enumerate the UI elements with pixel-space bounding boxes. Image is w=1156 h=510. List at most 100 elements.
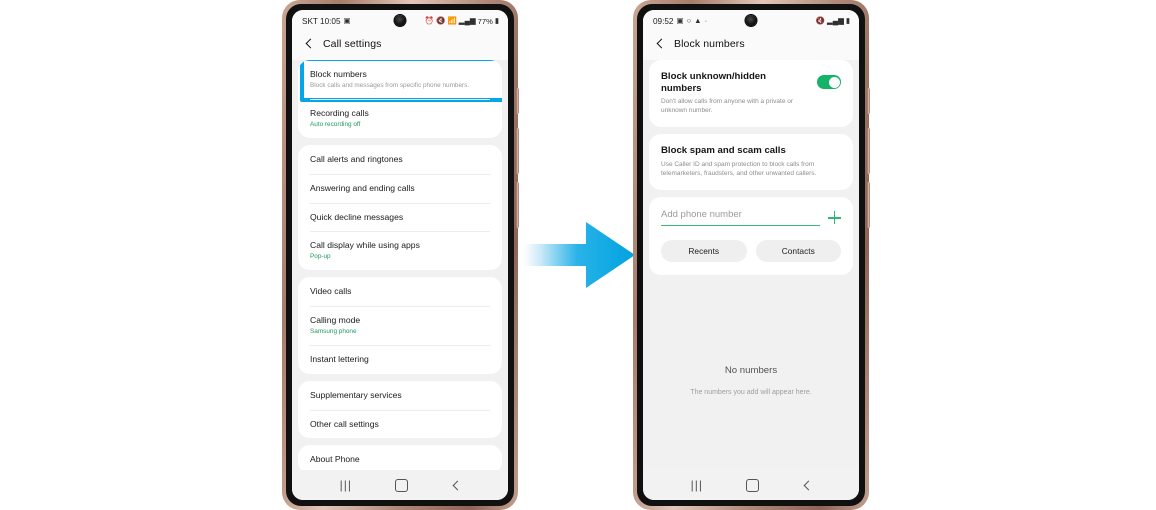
settings-row[interactable]: Calling mode Samsung phone [298,306,502,345]
settings-row[interactable]: Other call settings [298,409,502,439]
phone-left-call-settings: SKT 10:05 ▣ ⏰ 🔇 📶 ▂▄▆ 77% ▮ Call setting… [282,0,519,510]
empty-state: No numbers The numbers you add will appe… [643,365,859,396]
front-camera-punch-hole [394,15,406,26]
phone-right-block-numbers: 09:52 ▣ ○ ▲ · 🔇 ▂▄▆ ▮ Block numbers Bloc… [633,0,870,510]
empty-state-title: No numbers [724,365,778,376]
settings-row-title: Other call settings [310,418,379,429]
home-icon[interactable] [395,478,409,492]
comparison-stage: SKT 10:05 ▣ ⏰ 🔇 📶 ▂▄▆ 77% ▮ Call setting… [0,0,1156,510]
warning-icon: ▲ [694,16,702,26]
settings-row-title: Call display while using apps [310,240,420,251]
battery-percent-label: 77% [477,16,493,26]
settings-row-title: Quick decline messages [310,211,404,222]
settings-row-title: About Phone [310,454,360,465]
block-unknown-row[interactable]: Block unknown/hidden numbers Don't allow… [649,60,853,128]
navigation-bar: ||| [643,470,859,500]
settings-row-title: Calling mode [310,315,361,326]
block-unknown-title: Block unknown/hidden numbers [661,71,766,94]
block-spam-row[interactable]: Block spam and scam calls Use Caller ID … [649,134,853,191]
empty-state-subtitle: The numbers you add will appear here. [690,389,812,396]
settings-row-title: Recording calls [310,108,369,119]
settings-row-title: Block numbers [310,69,367,79]
dot-icon: · [704,16,708,26]
picture-icon: ▣ [343,16,351,26]
navigation-bar: ||| [292,470,508,500]
add-phone-number-input[interactable]: Add phone number [661,209,820,227]
plus-icon[interactable] [828,211,841,225]
right-arrow-icon [524,219,636,291]
back-icon[interactable] [655,39,665,49]
contacts-button[interactable]: Contacts [755,240,841,263]
settings-row[interactable]: Supplementary services [298,381,502,410]
status-bar: SKT 10:05 ▣ ⏰ 🔇 📶 ▂▄▆ 77% ▮ [292,10,508,32]
source-pills: Recents Contacts [661,240,841,263]
group-about: About Phone [298,445,502,470]
settings-row-title: Answering and ending calls [310,182,415,193]
settings-row[interactable]: Answering and ending calls [298,173,502,203]
phone-frame: 09:52 ▣ ○ ▲ · 🔇 ▂▄▆ ▮ Block numbers Bloc… [633,0,870,510]
group-alerts: Call alerts and ringtones Answering and e… [298,145,502,271]
page-title: Block numbers [674,38,745,50]
settings-row[interactable]: Video calls [298,277,502,306]
wifi-icon: 📶 [447,16,457,26]
block-unknown-toggle[interactable] [817,75,841,89]
settings-row[interactable]: Block numbers Block calls and messages fr… [298,60,502,103]
side-button-top[interactable] [516,88,519,114]
volume-down-button[interactable] [867,182,870,228]
status-bar-right: ⏰ 🔇 📶 ▂▄▆ 77% ▮ [425,17,499,26]
recents-icon[interactable]: ||| [340,479,352,491]
settings-row[interactable]: About Phone [298,445,502,470]
side-button-top[interactable] [867,88,870,114]
settings-row[interactable]: Call display while using apps Pop-up [298,231,502,270]
back-icon[interactable] [451,481,460,490]
status-bar: 09:52 ▣ ○ ▲ · 🔇 ▂▄▆ ▮ [643,10,859,32]
back-icon[interactable] [802,481,811,490]
front-camera-punch-hole [745,15,757,26]
signal-icon: ▂▄▆ [827,16,844,26]
picture-icon: ▣ [676,16,684,26]
group-calling: Video calls Calling mode Samsung phone Inst… [298,277,502,374]
block-unknown-subtitle: Don't allow calls from anyone with a pri… [661,98,794,115]
carrier-time-label: SKT 10:05 [302,16,341,26]
settings-row[interactable]: Call alerts and ringtones [298,145,502,174]
status-bar-left: SKT 10:05 ▣ [302,17,351,26]
block-numbers-content: Block unknown/hidden numbers Don't allow… [643,60,859,470]
toggle-knob [828,76,840,88]
block-spam-subtitle: Use Caller ID and spam protection to blo… [661,160,817,178]
signal-icon: ▂▄▆ [458,16,476,26]
group-services: Supplementary services Other call setting… [298,380,502,439]
settings-row-subtitle: Auto recording off [310,120,361,128]
settings-row[interactable]: Quick decline messages [298,202,502,232]
phone-bezel: SKT 10:05 ▣ ⏰ 🔇 📶 ▂▄▆ 77% ▮ Call setting… [286,4,514,506]
settings-list[interactable]: Block numbers Block calls and messages fr… [292,60,508,470]
clock-label: 09:52 [653,16,674,26]
settings-row[interactable]: Instant lettering [298,345,502,374]
status-bar-left: 09:52 ▣ ○ ▲ · [653,17,707,26]
mute-icon: 🔇 [815,16,825,26]
block-spam-title: Block spam and scam calls [661,145,786,157]
settings-row[interactable]: Recording calls Auto recording off [298,99,502,138]
battery-icon: ▮ [494,16,499,26]
mute-icon: 🔇 [436,16,446,26]
group-primary: Block numbers Block calls and messages fr… [298,60,502,139]
volume-down-button[interactable] [516,182,519,228]
recents-icon[interactable]: ||| [691,479,703,491]
phone-bezel: 09:52 ▣ ○ ▲ · 🔇 ▂▄▆ ▮ Block numbers Bloc… [637,4,865,506]
phone-screen: SKT 10:05 ▣ ⏰ 🔇 📶 ▂▄▆ 77% ▮ Call setting… [292,10,508,500]
phone-screen: 09:52 ▣ ○ ▲ · 🔇 ▂▄▆ ▮ Block numbers Bloc… [643,10,859,500]
settings-row-subtitle: Samsung phone [310,327,357,335]
status-bar-right: 🔇 ▂▄▆ ▮ [816,17,850,25]
recents-button[interactable]: Recents [661,240,747,263]
volume-up-button[interactable] [867,128,870,174]
phone-frame: SKT 10:05 ▣ ⏰ 🔇 📶 ▂▄▆ 77% ▮ Call setting… [282,0,519,510]
settings-row-title: Supplementary services [310,389,402,400]
settings-row-title: Instant lettering [310,354,369,365]
back-icon[interactable] [304,39,314,49]
app-bar: Block numbers [643,32,859,62]
alarm-icon: ⏰ [424,16,435,26]
circle-icon: ○ [686,16,692,26]
volume-up-button[interactable] [516,128,519,174]
home-icon[interactable] [746,478,760,492]
add-number-card: Add phone number Recents Contacts [649,197,853,276]
settings-row-title: Video calls [310,286,352,297]
